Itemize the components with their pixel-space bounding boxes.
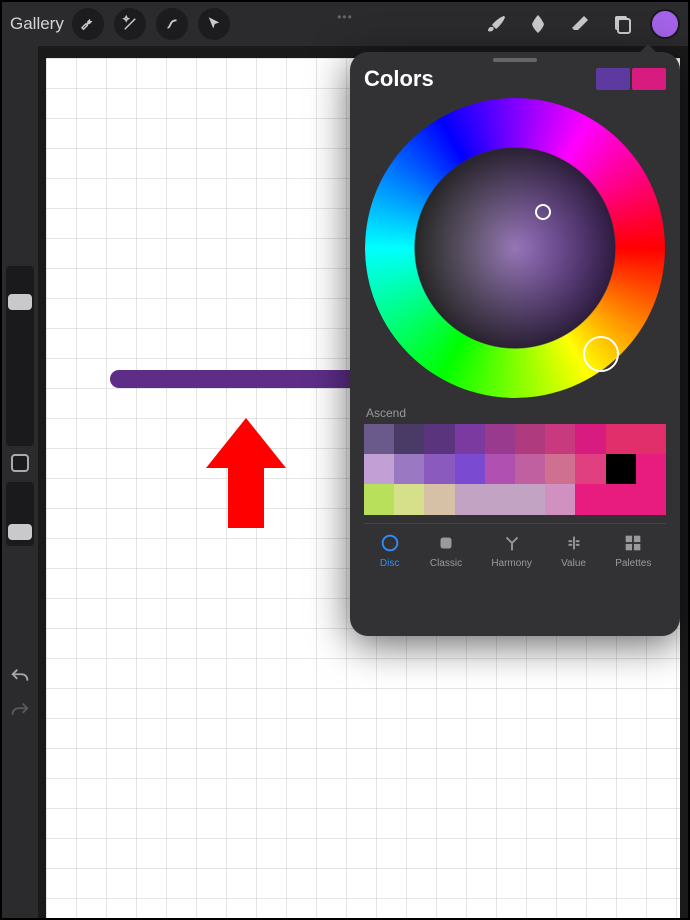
value-icon [563,532,585,554]
palette-swatch[interactable] [455,454,485,484]
palette-swatch[interactable] [575,424,605,454]
palette-name: Ascend [366,406,664,420]
palette-swatch[interactable] [455,484,485,514]
palette-swatch[interactable] [575,454,605,484]
palette-swatch[interactable] [485,484,515,514]
palette-swatch[interactable] [485,424,515,454]
palette-swatch[interactable] [424,454,454,484]
opacity-thumb[interactable] [8,524,32,540]
more-indicator: ••• [337,10,353,24]
palette-swatch[interactable] [364,484,394,514]
s-curve-icon[interactable] [156,8,188,40]
palette-swatch[interactable] [545,484,575,514]
redo-button[interactable] [9,700,31,722]
palette-swatch[interactable] [455,424,485,454]
palette-swatch[interactable] [636,454,666,484]
palette-swatch[interactable] [424,424,454,454]
drawn-stroke [110,370,370,388]
palette-swatch[interactable] [515,484,545,514]
color-panel: Colors Ascend Disc Classic Harmony Value [350,52,680,636]
left-sidebar [2,46,38,918]
palettes-icon [622,532,644,554]
cursor-icon[interactable] [198,8,230,40]
tab-disc[interactable]: Disc [379,532,401,569]
disc-icon [379,532,401,554]
tab-palettes[interactable]: Palettes [615,532,651,569]
palette-swatch[interactable] [485,454,515,484]
secondary-swatch[interactable] [632,68,666,90]
top-toolbar: Gallery ••• [2,2,688,46]
palette-swatch[interactable] [545,424,575,454]
primary-swatch[interactable] [596,68,630,90]
palette-swatch[interactable] [575,484,605,514]
undo-button[interactable] [9,666,31,688]
palette-swatch[interactable] [424,484,454,514]
palette-swatch[interactable] [606,484,636,514]
palette-grid [364,424,666,515]
color-button[interactable] [650,9,680,39]
sv-picker[interactable] [535,204,551,220]
palette-swatch[interactable] [515,424,545,454]
harmony-icon [501,532,523,554]
tab-harmony[interactable]: Harmony [491,532,532,569]
brush-size-track[interactable] [6,266,34,446]
palette-swatch[interactable] [606,454,636,484]
gallery-button[interactable]: Gallery [10,14,64,34]
tab-value[interactable]: Value [561,532,586,569]
palette-swatch[interactable] [394,484,424,514]
color-wheel[interactable] [365,98,665,398]
modify-button[interactable] [11,454,29,472]
smudge-icon[interactable] [524,10,552,38]
panel-handle[interactable] [493,58,537,62]
wand-icon[interactable] [114,8,146,40]
classic-icon [435,532,457,554]
palette-swatch[interactable] [606,424,636,454]
brush-size-thumb[interactable] [8,294,32,310]
palette-swatch[interactable] [394,424,424,454]
wrench-icon[interactable] [72,8,104,40]
panel-arrow [640,44,656,52]
palette-swatch[interactable] [545,454,575,484]
tab-label: Disc [380,558,399,569]
tab-label: Harmony [491,558,532,569]
tab-label: Classic [430,558,462,569]
saturation-disc[interactable] [415,148,615,348]
palette-swatch[interactable] [364,424,394,454]
tab-label: Palettes [615,558,651,569]
tab-label: Value [561,558,586,569]
hue-picker[interactable] [583,336,619,372]
panel-title: Colors [364,66,434,92]
palette-swatch[interactable] [636,484,666,514]
palette-swatch[interactable] [636,424,666,454]
eraser-icon[interactable] [566,10,594,38]
layers-icon[interactable] [608,10,636,38]
palette-swatch[interactable] [364,454,394,484]
annotation-arrow [206,418,286,528]
brush-icon[interactable] [482,10,510,38]
palette-swatch[interactable] [394,454,424,484]
panel-tabs: Disc Classic Harmony Value Palettes [364,523,666,569]
tab-classic[interactable]: Classic [430,532,462,569]
palette-swatch[interactable] [515,454,545,484]
